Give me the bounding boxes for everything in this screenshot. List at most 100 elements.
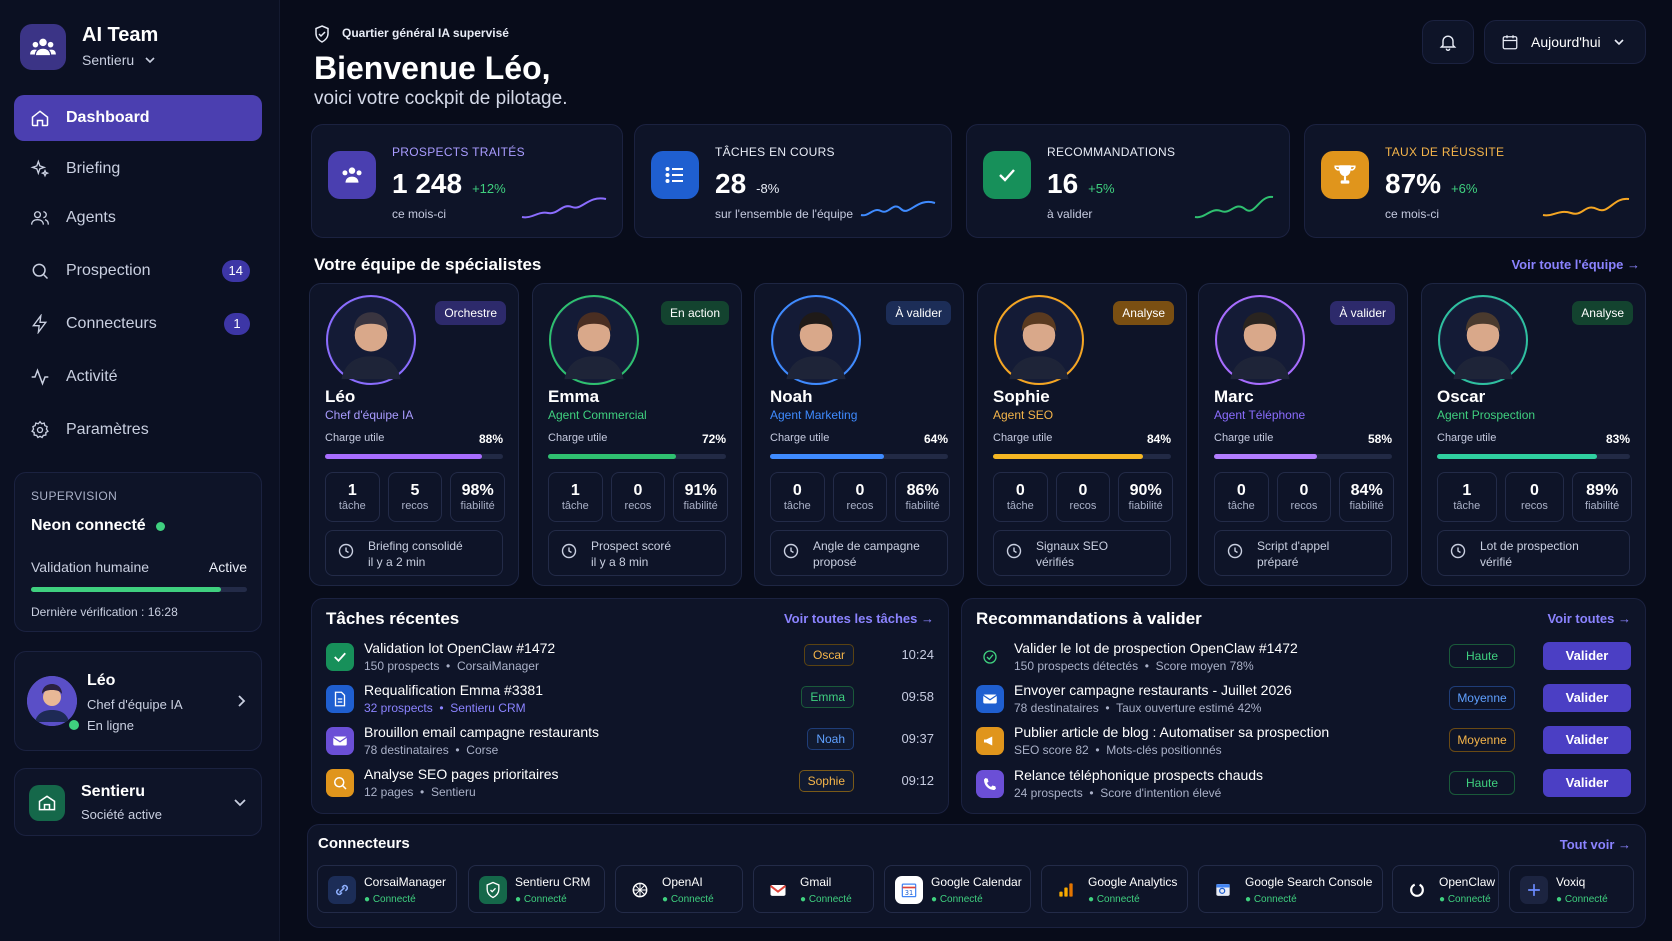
task-row[interactable]: Validation lot OpenClaw #1472 150 prospe…	[326, 639, 934, 679]
load-bar	[770, 454, 948, 459]
stat-sub: à valider	[1047, 207, 1093, 221]
connector-google-analytics[interactable]: Google Analytics ● Connecté	[1041, 865, 1188, 913]
stat-label: PROSPECTS TRAITÉS	[392, 145, 525, 159]
sidebar: AI Team Sentieru Dashboard Briefing Agen…	[0, 0, 280, 941]
recommendations-panel: Recommandations à valider Voir toutes → …	[961, 598, 1646, 814]
status-badge: À valider	[886, 301, 951, 325]
gmail-icon	[764, 876, 792, 904]
stat-label: TAUX DE RÉUSSITE	[1385, 145, 1505, 159]
validate-button[interactable]: Valider	[1543, 769, 1631, 797]
connector-google-calendar[interactable]: 31 Google Calendar ● Connecté	[884, 865, 1031, 913]
load-percent: 58%	[1367, 432, 1392, 446]
connector-gmail[interactable]: Gmail ● Connecté	[753, 865, 874, 913]
connector-openai[interactable]: OpenAI ● Connecté	[615, 865, 743, 913]
nav-agents[interactable]: Agents	[14, 195, 262, 241]
connector-status: ● Connecté	[1556, 894, 1608, 905]
user-card[interactable]: Léo Chef d'équipe IA En ligne	[14, 651, 262, 751]
priority-badge: Haute	[1449, 771, 1515, 795]
load-label: Charge utile	[1214, 432, 1274, 444]
load-label: Charge utile	[993, 432, 1053, 444]
team-name: AI Team	[82, 24, 159, 46]
openai-icon	[626, 876, 654, 904]
connector-sentieru-crm[interactable]: Sentieru CRM ● Connecté	[468, 865, 605, 913]
validate-button[interactable]: Valider	[1543, 642, 1631, 670]
nav-connecteurs[interactable]: Connecteurs 1	[14, 301, 262, 347]
recommendation-row: Publier article de blog : Automatiser sa…	[976, 723, 1631, 763]
analytics-icon	[1052, 876, 1080, 904]
stat-change: +6%	[1451, 181, 1478, 196]
stat-taches: 1 tâche	[1437, 472, 1497, 522]
connector-status: ● Connecté	[1439, 894, 1491, 905]
task-meta: 78 destinataires • Corse	[364, 743, 499, 757]
load-bar	[1214, 454, 1392, 459]
stat-recos: 5 recos	[387, 472, 443, 522]
task-row[interactable]: Analyse SEO pages prioritaires 12 pages …	[326, 765, 934, 805]
last-activity: Script d'appel préparé	[1214, 530, 1392, 576]
see-recos-link[interactable]: Voir toutes →	[1547, 611, 1631, 626]
see-connectors-link[interactable]: Tout voir →	[1560, 837, 1631, 852]
task-time: 09:58	[901, 689, 934, 704]
connector-corsaimanager[interactable]: CorsaiManager ● Connecté	[317, 865, 457, 913]
connector-name: OpenAI	[662, 875, 703, 889]
page-title: Bienvenue Léo,	[314, 50, 551, 86]
company-icon	[29, 785, 65, 821]
org-switcher[interactable]: Sentieru	[82, 52, 156, 68]
load-percent: 72%	[701, 432, 726, 446]
agent-card-oscar[interactable]: Analyse Oscar Agent Prospection Charge u…	[1421, 283, 1646, 586]
nav-parametres[interactable]: Paramètres	[14, 407, 262, 453]
reco-meta: 78 destinataires • Taux ouverture estimé…	[1014, 701, 1262, 715]
nav-dashboard[interactable]: Dashboard	[14, 95, 262, 141]
mail-icon	[326, 727, 354, 755]
stat-change: +12%	[472, 181, 506, 196]
activity-icon	[31, 368, 49, 386]
validate-button[interactable]: Valider	[1543, 684, 1631, 712]
see-team-link[interactable]: Voir toute l'équipe →	[1511, 257, 1640, 272]
page-subtitle: voici votre cockpit de pilotage.	[314, 88, 568, 109]
clock-icon	[338, 543, 354, 559]
stat-fiabilite: 90% fiabilité	[1118, 472, 1173, 522]
link-icon	[328, 876, 356, 904]
agent-card-emma[interactable]: En action Emma Agent Commercial Charge u…	[532, 283, 742, 586]
agent-card-noah[interactable]: À valider Noah Agent Marketing Charge ut…	[754, 283, 964, 586]
connector-name: Google Calendar	[931, 875, 1022, 889]
agent-card-léo[interactable]: Orchestre Léo Chef d'équipe IA Charge ut…	[309, 283, 519, 586]
agent-card-sophie[interactable]: Analyse Sophie Agent SEO Charge utile 84…	[977, 283, 1187, 586]
nav-prospection[interactable]: Prospection 14	[14, 248, 262, 294]
supervised-label: Quartier général IA supervisé	[342, 26, 509, 40]
see-tasks-link[interactable]: Voir toutes les tâches →	[784, 611, 934, 626]
connector-google-search-console[interactable]: Google Search Console ● Connecté	[1198, 865, 1383, 913]
agent-role: Chef d'équipe IA	[325, 408, 414, 422]
calendar-icon: 31	[895, 876, 923, 904]
agent-name: Léo	[325, 387, 356, 406]
agent-card-marc[interactable]: À valider Marc Agent Téléphone Charge ut…	[1198, 283, 1408, 586]
recommendation-row: Valider le lot de prospection OpenClaw #…	[976, 639, 1631, 679]
clock-icon	[783, 543, 799, 559]
chevron-down-icon	[1614, 39, 1624, 46]
reco-title: Envoyer campagne restaurants - Juillet 2…	[1014, 682, 1292, 698]
connector-voxiq[interactable]: Voxiq ● Connecté	[1509, 865, 1634, 913]
load-percent: 88%	[478, 432, 503, 446]
stat-recommandations: RECOMMANDATIONS 16 +5% à valider	[966, 124, 1290, 238]
company-switcher[interactable]: Sentieru Société active	[14, 768, 262, 836]
status-badge: En action	[660, 301, 729, 325]
notifications-button[interactable]	[1422, 20, 1474, 64]
validate-button[interactable]: Valider	[1543, 726, 1631, 754]
agent-role: Agent Commercial	[548, 408, 647, 422]
connector-openclaw[interactable]: OpenClaw ● Connecté	[1392, 865, 1499, 913]
stat-taches: 0 tâche	[770, 472, 825, 522]
search-console-icon	[1209, 876, 1237, 904]
nav-activite[interactable]: Activité	[14, 354, 262, 400]
agent-role: Agent SEO	[993, 408, 1054, 422]
home-icon	[31, 110, 49, 127]
last-check: Dernière vérification : 16:28	[31, 605, 178, 619]
task-row[interactable]: Requalification Emma #3381 32 prospects …	[326, 681, 934, 721]
nav-briefing[interactable]: Briefing	[14, 146, 262, 192]
connector-name: Voxiq	[1556, 875, 1586, 889]
task-row[interactable]: Brouillon email campagne restaurants 78 …	[326, 723, 934, 763]
load-label: Charge utile	[325, 432, 385, 444]
load-bar	[548, 454, 726, 459]
sparkline	[1194, 195, 1274, 219]
reco-meta: 24 prospects • Score d'intention élevé	[1014, 786, 1222, 800]
stat-fiabilite: 86% fiabilité	[895, 472, 950, 522]
date-picker-button[interactable]: Aujourd'hui	[1484, 20, 1646, 64]
